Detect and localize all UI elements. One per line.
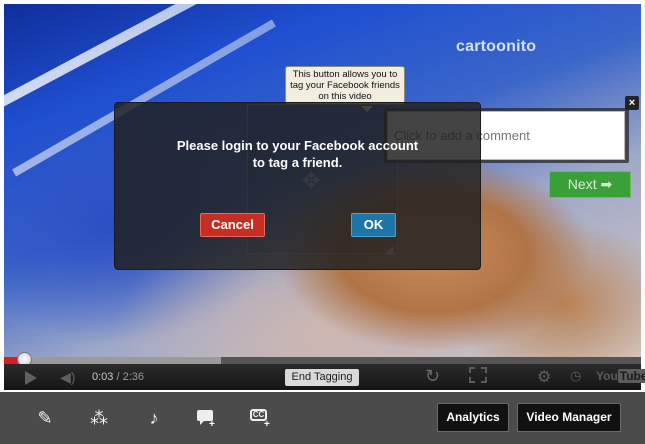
total-time: 2:36 xyxy=(122,371,145,383)
time-display: 0:03 / 2:36 xyxy=(92,371,144,383)
refresh-icon[interactable]: ↻ xyxy=(425,366,440,387)
modal-message: Please login to your Facebook account to… xyxy=(115,137,480,171)
expand-icon[interactable] xyxy=(469,367,487,383)
youtube-logo-you: You xyxy=(596,369,618,383)
youtube-logo[interactable]: You Tube xyxy=(596,369,645,383)
time-separator: / xyxy=(113,371,123,383)
video-manager-button[interactable]: Video Manager xyxy=(517,403,621,432)
modal-message-line: to tag a friend. xyxy=(252,155,343,170)
play-icon[interactable] xyxy=(25,371,37,385)
tag-button-tooltip: This button allows you to tag your Faceb… xyxy=(285,66,405,105)
video-editor-page: cartoonito ✥ ◢ This button allows you to… xyxy=(0,0,645,444)
end-tagging-button[interactable]: End Tagging xyxy=(285,369,359,386)
plus-icon: + xyxy=(264,419,270,430)
ok-button[interactable]: OK xyxy=(351,213,396,237)
watch-later-icon[interactable]: ◷ xyxy=(570,368,581,384)
youtube-logo-tube: Tube xyxy=(617,369,645,383)
analytics-button[interactable]: Analytics xyxy=(437,403,509,432)
pencil-icon[interactable]: ✎ xyxy=(34,407,56,429)
cancel-button[interactable]: Cancel xyxy=(200,213,265,237)
current-time: 0:03 xyxy=(92,371,114,383)
plus-icon: + xyxy=(209,419,215,430)
music-note-icon[interactable]: ♪ xyxy=(143,407,165,429)
login-modal: Please login to your Facebook account to… xyxy=(114,102,481,270)
volume-icon[interactable]: ◀) xyxy=(60,369,75,386)
next-button[interactable]: Next ➡ xyxy=(549,171,631,198)
close-comment-button[interactable]: × xyxy=(625,96,639,110)
modal-message-line: Please login to your Facebook account xyxy=(176,138,419,153)
magic-wand-icon[interactable]: ⁂ xyxy=(88,407,110,429)
channel-logo: cartoonito xyxy=(456,38,537,55)
gear-icon[interactable]: ⚙ xyxy=(537,367,551,387)
progress-buffered xyxy=(4,357,221,364)
